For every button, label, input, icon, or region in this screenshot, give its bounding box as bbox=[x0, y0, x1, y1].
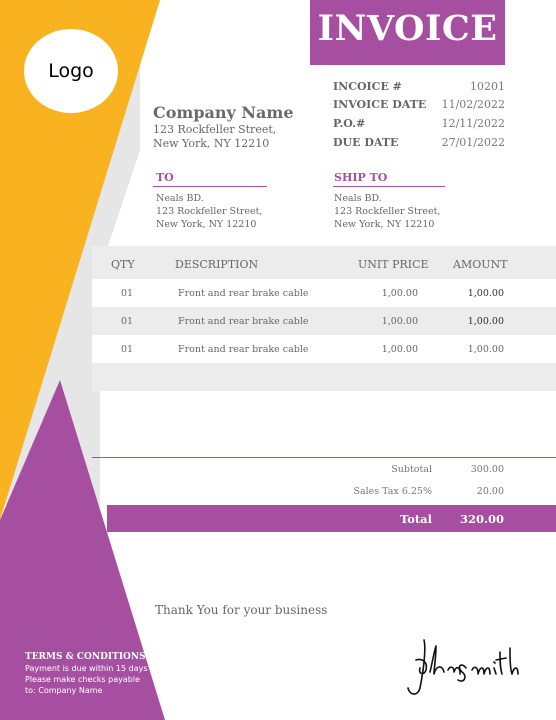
terms-line: Please make checks payable bbox=[25, 675, 140, 684]
ship-to-rule bbox=[333, 186, 445, 187]
total-value: 320.00 bbox=[459, 512, 504, 526]
row-amount: 1,00.00 bbox=[467, 316, 504, 327]
row-unit-price: 1,00.00 bbox=[381, 288, 418, 299]
bill-to-rule bbox=[153, 186, 267, 187]
row-description: Front and rear brake cable bbox=[178, 344, 309, 355]
total-label: Total bbox=[399, 512, 432, 526]
amount-header: AMOUNT bbox=[453, 258, 508, 271]
invoice-date-value: 11/02/2022 bbox=[441, 98, 505, 111]
due-date-value: 27/01/2022 bbox=[441, 136, 505, 149]
po-value: 12/11/2022 bbox=[441, 117, 505, 130]
unit-price-header: UNIT PRICE bbox=[358, 258, 429, 271]
subtotal-value: 300.00 bbox=[470, 464, 504, 475]
due-date-label: DUE DATE bbox=[333, 136, 399, 149]
logo-circle: Logo bbox=[24, 29, 118, 113]
row-qty: 01 bbox=[121, 316, 134, 327]
row-description: Front and rear brake cable bbox=[178, 316, 309, 327]
row-amount: 1,00.00 bbox=[467, 344, 504, 355]
terms-line: to: Company Name bbox=[25, 686, 103, 695]
row-qty: 01 bbox=[121, 288, 134, 299]
tax-value: 20.00 bbox=[476, 486, 504, 497]
invoice-date-label: INVOICE DATE bbox=[333, 98, 427, 111]
thank-you-note: Thank You for your business bbox=[155, 603, 328, 617]
company-address-line: 123 Rockfeller Street, bbox=[153, 123, 277, 136]
signature bbox=[407, 639, 519, 695]
row-amount: 1,00.00 bbox=[467, 288, 504, 299]
bill-to-line: 123 Rockfeller Street, bbox=[156, 206, 263, 217]
table-row-empty bbox=[92, 363, 556, 391]
terms-heading: TERMS & CONDITIONS bbox=[25, 652, 146, 662]
logo-text: Logo bbox=[48, 60, 94, 82]
totals-rule bbox=[92, 457, 556, 458]
bill-to-heading: TO bbox=[156, 171, 174, 184]
row-unit-price: 1,00.00 bbox=[381, 316, 418, 327]
terms-line: Payment is due within 15 days bbox=[25, 664, 148, 673]
row-unit-price: 1,00.00 bbox=[381, 344, 418, 355]
company-name: Company Name bbox=[153, 103, 294, 122]
ship-to-line: 123 Rockfeller Street, bbox=[334, 206, 441, 217]
invoice-number-label: INCOICE # bbox=[333, 80, 402, 93]
po-label: P.O.# bbox=[333, 117, 366, 130]
ship-to-line: Neals BD. bbox=[334, 193, 382, 204]
description-header: DESCRIPTION bbox=[175, 258, 259, 271]
qty-header: QTY bbox=[111, 258, 135, 271]
ship-to-heading: SHIP TO bbox=[334, 171, 388, 184]
ship-to-line: New York, NY 12210 bbox=[334, 219, 435, 230]
company-address-line: New York, NY 12210 bbox=[153, 137, 270, 150]
invoice-number-value: 10201 bbox=[470, 80, 505, 93]
row-qty: 01 bbox=[121, 344, 134, 355]
bill-to-line: Neals BD. bbox=[156, 193, 204, 204]
tax-label: Sales Tax 6.25% bbox=[353, 486, 432, 497]
subtotal-label: Subtotal bbox=[391, 464, 432, 475]
invoice-title: INVOICE bbox=[317, 8, 498, 49]
bill-to-line: New York, NY 12210 bbox=[156, 219, 257, 230]
row-description: Front and rear brake cable bbox=[178, 288, 309, 299]
